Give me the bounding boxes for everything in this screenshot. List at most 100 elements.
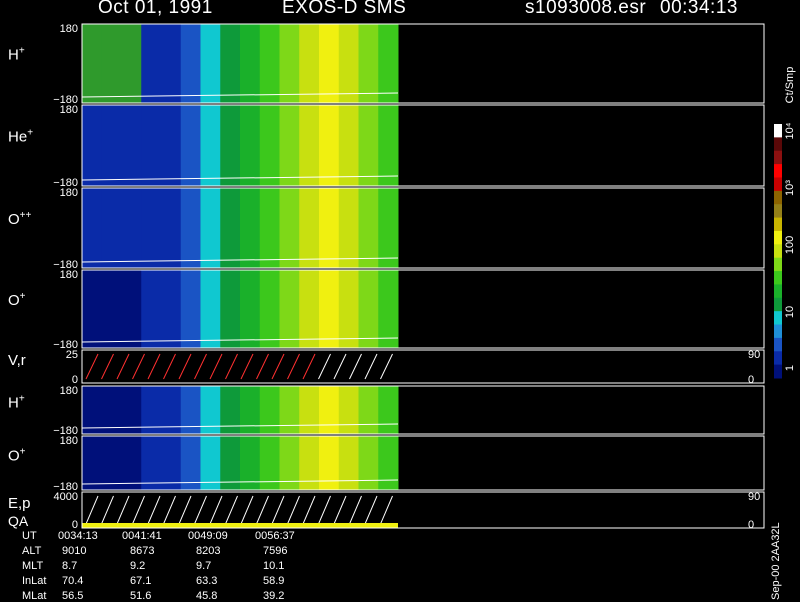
panel-label: O++	[8, 210, 32, 228]
panel-label-2: QA	[8, 513, 29, 529]
spectrogram-cell	[378, 436, 399, 490]
spectrogram-cell	[338, 270, 359, 348]
colorbar-tick: 10⁴	[784, 122, 796, 139]
spectrogram-cell	[299, 24, 320, 103]
panel-5: H+180−180	[8, 385, 765, 437]
colorbar-segment	[774, 217, 782, 232]
footer-row-label: MLat	[22, 590, 47, 602]
spectrogram-cell	[180, 270, 201, 348]
spectrogram-cell	[180, 24, 201, 103]
spectrogram-cell	[259, 270, 280, 348]
spectrogram-cell	[259, 188, 280, 268]
spectrogram-cell	[101, 24, 122, 103]
footer-cell: 58.9	[263, 575, 285, 587]
colorbar-unit: Ct/Smp	[784, 67, 796, 104]
y-max-label: 180	[60, 435, 78, 447]
footer-cell: 8.7	[62, 560, 78, 572]
spectrogram-cell	[378, 105, 399, 186]
spectrogram-cell	[161, 24, 182, 103]
spectrogram-cell	[358, 105, 379, 186]
spectrogram-cell	[101, 188, 122, 268]
panel-6: O+180−180	[8, 435, 765, 493]
colorbar-segment	[774, 257, 782, 272]
y-max-label: 4000	[54, 491, 78, 503]
spectrogram-cell	[240, 270, 261, 348]
spectrogram-cell	[101, 270, 122, 348]
spectrogram-cell	[121, 270, 142, 348]
spectrogram-cell	[82, 24, 103, 103]
spectrogram-cell	[141, 436, 162, 490]
colorbar-segment	[774, 364, 782, 379]
spectrogram-cell	[319, 436, 340, 490]
spectrogram-cell	[378, 386, 399, 434]
colorbar-segment	[774, 297, 782, 312]
spectrogram-cell	[82, 436, 103, 490]
spectrogram-cell	[161, 188, 182, 268]
spectrogram-cell	[240, 188, 261, 268]
panel-label: V,r	[8, 352, 26, 369]
spectrogram-cell	[82, 105, 103, 186]
spectrogram-cell	[121, 188, 142, 268]
spectrogram-cell	[101, 386, 122, 434]
y-max-label: 25	[66, 349, 78, 361]
panel-2: O++180−180	[8, 187, 765, 271]
y-max-label: 180	[60, 187, 78, 199]
footer-cell: 70.4	[62, 575, 84, 587]
spectrogram-cell	[338, 436, 359, 490]
footer-row-label: ALT	[22, 545, 42, 557]
colorbar-segment	[774, 150, 782, 165]
panel-label: H+	[8, 46, 25, 64]
footer-row-label: UT	[22, 530, 37, 542]
footer-cell: 8203	[196, 545, 221, 557]
line-panel-bg	[82, 350, 398, 383]
spectrogram-cell	[319, 24, 340, 103]
qa-bar	[82, 523, 398, 528]
spectrogram-cell	[82, 386, 103, 434]
colorbar-segment	[774, 137, 782, 152]
spectrogram-cell	[200, 188, 221, 268]
colorbar-tick: 100	[784, 236, 796, 254]
colorbar-tick: 10	[784, 306, 796, 318]
spectrogram-cell	[220, 386, 241, 434]
spectrogram-cell	[319, 270, 340, 348]
footer-cell: 39.2	[263, 590, 285, 602]
footer-cell: 7596	[263, 545, 288, 557]
spectrogram-cell	[141, 24, 162, 103]
colorbar-segment	[774, 204, 782, 219]
panel-4: V,r 250900	[8, 349, 765, 386]
spectrogram-cell	[259, 105, 280, 186]
right-axis-bottom: 0	[748, 519, 754, 531]
colorbar-segment	[774, 124, 782, 138]
spectrogram-cell	[180, 188, 201, 268]
spectrogram-cell	[161, 436, 182, 490]
panel-1: He+180−180	[8, 104, 765, 189]
spectrogram-cell	[101, 436, 122, 490]
spectrogram-cell	[299, 105, 320, 186]
spectrogram-cell	[240, 24, 261, 103]
spectrogram-cell	[299, 386, 320, 434]
spectrogram-cell	[279, 386, 300, 434]
panel-label: H+	[8, 394, 25, 412]
colorbar-segment	[774, 351, 782, 366]
colorbar-segment	[774, 164, 782, 178]
spectrogram-cell	[200, 105, 221, 186]
spectrogram-cell	[299, 188, 320, 268]
spectrogram-cell	[82, 270, 103, 348]
footer-cell: 9.2	[130, 560, 146, 572]
colorbar-segment	[774, 337, 782, 352]
spectrogram-cell	[161, 270, 182, 348]
spectrogram-cell	[121, 436, 142, 490]
y-max-label: 180	[60, 104, 78, 116]
panel-label: O+	[8, 291, 26, 309]
right-axis-bottom: 0	[748, 374, 754, 386]
footer-cell: 0034:13	[58, 530, 98, 542]
colorbar-segment	[774, 177, 782, 192]
spectrogram-cell	[259, 24, 280, 103]
panel-label: E,p	[8, 495, 31, 512]
footer-cell: 0056:37	[255, 530, 295, 542]
spectrogram-cell	[358, 436, 379, 490]
spectrogram-cell	[319, 105, 340, 186]
spectrogram-cell	[378, 24, 399, 103]
panel-label: He+	[8, 127, 33, 145]
spectrogram-cell	[279, 105, 300, 186]
